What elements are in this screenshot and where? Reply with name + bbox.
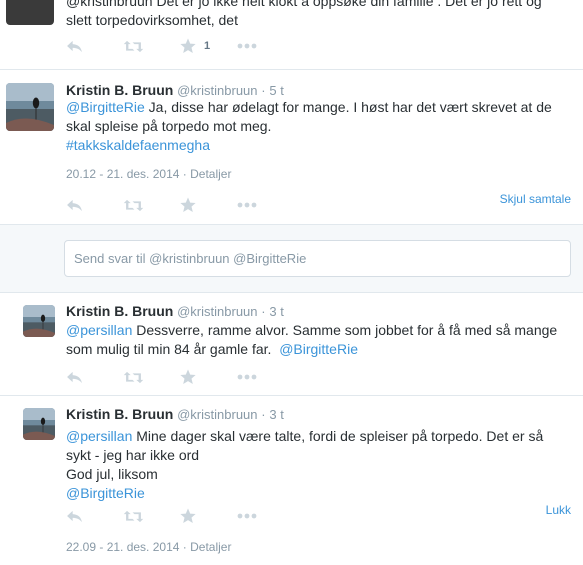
avatar[interactable] [23,305,55,337]
tweet-date: 20.12 - 21. des. 2014 · Detaljer [66,167,232,181]
user-name[interactable]: Kristin B. Bruun [66,82,173,98]
more-icon [237,513,257,519]
tweet-actions [66,195,294,215]
reply-input[interactable]: Send svar til @kristinbruun @BirgitteRie [64,240,571,277]
tweet-header: Kristin B. Bruun @kristinbruun · 3 t [66,406,284,422]
retweet-button[interactable] [123,506,180,526]
mention-link[interactable]: @BirgitteRie [279,341,358,357]
mention-link[interactable]: @BirgitteRie [66,485,145,501]
reply-icon [66,199,83,212]
tweet-actions [66,506,294,526]
more-icon [237,202,257,208]
more-icon [237,43,257,49]
hashtag-link[interactable]: #takkskaldefaenmegha [66,137,210,153]
tweet-text: @BirgitteRie Ja, disse har ødelagt for m… [66,99,552,153]
avatar[interactable] [6,0,54,25]
user-handle[interactable]: @kristinbruun [177,407,257,422]
close-link[interactable]: Lukk [546,503,571,517]
reply-icon [66,510,83,523]
reply-button[interactable] [66,36,123,56]
avatar[interactable] [6,83,54,131]
mention-link[interactable]: @BirgitteRie [66,99,145,115]
retweet-icon [123,371,144,384]
tweet-text: @kristinbruun Det er jo ikke helt klokt … [66,0,542,28]
favorite-button[interactable] [180,367,237,387]
retweet-button[interactable] [123,36,180,56]
favorite-icon [180,369,196,385]
retweet-button[interactable] [123,195,180,215]
more-button[interactable] [237,36,294,56]
tweet-4[interactable]: Kristin B. Bruun @kristinbruun · 3 t @pe… [0,395,583,565]
more-icon [237,374,257,380]
mention-link[interactable]: @persillan [66,428,132,444]
reply-button[interactable] [66,506,123,526]
tweet-text: @persillan Dessverre, ramme alvor. Samme… [66,322,558,357]
tweet-text: @persillan Mine dager skal være talte, f… [66,428,544,501]
user-name[interactable]: Kristin B. Bruun [66,406,173,422]
retweet-icon [123,199,144,212]
user-handle[interactable]: @kristinbruun [177,304,257,319]
more-button[interactable] [237,195,294,215]
details-link[interactable]: Detaljer [190,540,231,554]
details-link[interactable]: Detaljer [190,167,231,181]
more-button[interactable] [237,367,294,387]
favorite-button[interactable]: 1 [180,36,237,56]
reply-box: Send svar til @kristinbruun @BirgitteRie [0,224,583,292]
favorite-button[interactable] [180,195,237,215]
user-name[interactable]: Kristin B. Bruun [66,303,173,319]
hide-conversation-link[interactable]: Skjul samtale [500,192,571,206]
timestamp[interactable]: 5 t [269,83,283,98]
favorite-icon [180,508,196,524]
favorite-count: 1 [204,40,211,52]
favorite-icon [180,38,196,54]
timestamp[interactable]: 3 t [269,304,283,319]
reply-button[interactable] [66,367,123,387]
tweet-1[interactable]: @kristinbruun Det er jo ikke helt klokt … [0,0,583,69]
retweet-icon [123,510,144,523]
user-handle[interactable]: @kristinbruun [177,83,257,98]
tweet-actions: 1 [66,36,294,56]
favorite-button[interactable] [180,506,237,526]
date-link[interactable]: 22.09 - 21. des. 2014 [66,540,179,554]
avatar[interactable] [23,408,55,440]
tweet-actions [66,367,294,387]
retweet-button[interactable] [123,367,180,387]
favorite-icon [180,197,196,213]
more-button[interactable] [237,506,294,526]
tweet-2[interactable]: Kristin B. Bruun @kristinbruun · 5 t @Bi… [0,69,583,225]
mention-link[interactable]: @persillan [66,322,132,338]
retweet-icon [123,40,144,53]
date-link[interactable]: 20.12 - 21. des. 2014 [66,167,179,181]
tweet-3[interactable]: Kristin B. Bruun @kristinbruun · 3 t @pe… [0,292,583,395]
tweet-header: Kristin B. Bruun @kristinbruun · 5 t [66,82,284,98]
reply-icon [66,40,83,53]
timestamp[interactable]: 3 t [269,407,283,422]
reply-icon [66,371,83,384]
tweet-header: Kristin B. Bruun @kristinbruun · 3 t [66,303,284,319]
reply-button[interactable] [66,195,123,215]
tweet-date: 22.09 - 21. des. 2014 · Detaljer [66,540,232,554]
